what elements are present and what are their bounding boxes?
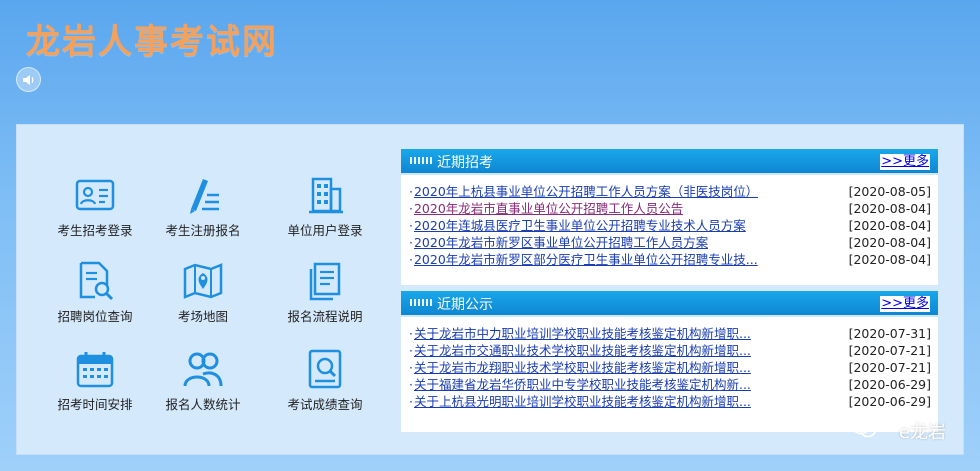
main-panel: 考生招考登录 考生注册报名 单位用户登录 招聘岗位查询 考场地图 报名流程说明 …: [16, 124, 964, 455]
recent-notices-header: 近期公示 >>更多: [401, 291, 938, 317]
quick-link-candidate-register[interactable]: 考生注册报名: [143, 173, 263, 253]
news-date: [2020-07-31]: [848, 326, 931, 341]
news-link[interactable]: 2020年上杭县事业单位公开招聘工作人员方案（非医技岗位）: [414, 183, 758, 200]
quick-link-exam-map[interactable]: 考场地图: [143, 259, 263, 339]
quick-link-score-query[interactable]: 考试成绩查询: [265, 347, 385, 427]
site-title: 龙岩人事考试网: [26, 22, 278, 62]
document-search-icon: [79, 261, 114, 301]
list-item: ·2020年上杭县事业单位公开招聘工作人员方案（非医技岗位） [2020-08-0…: [409, 183, 931, 200]
quick-link-label: 考场地图: [177, 309, 228, 324]
quick-link-exam-schedule[interactable]: 招考时间安排: [35, 347, 155, 427]
recent-notices-box: 近期公示 >>更多 ·关于龙岩市中力职业培训学校职业技能考核鉴定机构新增职...…: [401, 291, 938, 432]
list-item: ·关于上杭县光明职业培训学校职业技能考核鉴定机构新增职... [2020-06-2…: [409, 393, 931, 410]
news-link[interactable]: 2020年龙岩市新罗区部分医疗卫生事业单位公开招聘专业技...: [414, 251, 758, 268]
documents-icon: [309, 262, 341, 301]
quick-link-label: 报名流程说明: [287, 309, 363, 324]
news-date: [2020-06-29]: [848, 394, 931, 409]
sound-toggle-button[interactable]: [16, 67, 41, 92]
quick-link-label: 报名人数统计: [165, 397, 241, 412]
more-link[interactable]: >>更多: [880, 296, 930, 312]
wechat-icon: [852, 419, 876, 438]
quick-link-candidate-login[interactable]: 考生招考登录: [35, 173, 155, 253]
recent-recruitment-list: ·2020年上杭县事业单位公开招聘工作人员方案（非医技岗位） [2020-08-0…: [409, 183, 931, 268]
news-date: [2020-07-21]: [848, 343, 931, 358]
quick-link-unit-login[interactable]: 单位用户登录: [265, 173, 385, 253]
list-item: ·2020年龙岩市直事业单位公开招聘工作人员公告 [2020-08-04]: [409, 200, 931, 217]
list-item: ·关于龙岩市交通职业技术学校职业技能考核鉴定机构新增职... [2020-07-2…: [409, 342, 931, 359]
news-link[interactable]: 2020年龙岩市直事业单位公开招聘工作人员公告: [414, 200, 683, 217]
news-link[interactable]: 关于龙岩市中力职业培训学校职业技能考核鉴定机构新增职...: [414, 325, 751, 342]
news-link[interactable]: 2020年连城县医疗卫生事业单位公开招聘专业技术人员方案: [414, 217, 746, 234]
quick-link-label: 考生注册报名: [165, 223, 241, 238]
map-pin-icon: [183, 263, 223, 299]
users-icon: [183, 352, 223, 387]
quick-link-position-search[interactable]: 招聘岗位查询: [35, 259, 155, 339]
quick-link-applicant-stats[interactable]: 报名人数统计: [143, 347, 263, 427]
speaker-icon: [23, 75, 34, 85]
quick-link-label: 考试成绩查询: [287, 397, 363, 412]
quick-link-label: 招考时间安排: [57, 397, 133, 412]
certificate-search-icon: [308, 349, 342, 389]
news-date: [2020-07-21]: [848, 360, 931, 375]
list-item: ·2020年连城县医疗卫生事业单位公开招聘专业技术人员方案 [2020-08-04…: [409, 217, 931, 234]
news-date: [2020-08-04]: [848, 218, 931, 233]
list-item: ·关于福建省龙岩华侨职业中专学校职业技能考核鉴定机构新... [2020-06-2…: [409, 376, 931, 393]
id-card-icon: [75, 179, 115, 211]
quick-link-label: 单位用户登录: [287, 223, 363, 238]
section-title: 近期招考: [437, 155, 493, 171]
calendar-icon: [76, 352, 114, 388]
news-date: [2020-06-29]: [848, 377, 931, 392]
news-link[interactable]: 关于上杭县光明职业培训学校职业技能考核鉴定机构新增职...: [414, 393, 751, 410]
more-link[interactable]: >>更多: [880, 154, 930, 170]
news-link[interactable]: 关于福建省龙岩华侨职业中专学校职业技能考核鉴定机构新...: [414, 376, 751, 393]
list-item: ·2020年龙岩市新罗区部分医疗卫生事业单位公开招聘专业技... [2020-08…: [409, 251, 931, 268]
list-item: ·2020年龙岩市新罗区事业单位公开招聘工作人员方案 [2020-08-04]: [409, 234, 931, 251]
list-item: ·关于龙岩市龙翔职业技术学校职业技能考核鉴定机构新增职... [2020-07-2…: [409, 359, 931, 376]
news-date: [2020-08-04]: [848, 252, 931, 267]
list-item: ·关于龙岩市中力职业培训学校职业技能考核鉴定机构新增职... [2020-07-3…: [409, 325, 931, 342]
building-icon: [309, 177, 343, 214]
recent-recruitment-box: 近期招考 >>更多 ·2020年上杭县事业单位公开招聘工作人员方案（非医技岗位）…: [401, 149, 938, 285]
pen-list-icon: [190, 179, 219, 214]
grip-icon: [410, 157, 432, 164]
news-date: [2020-08-04]: [848, 201, 931, 216]
recent-recruitment-header: 近期招考 >>更多: [401, 149, 938, 175]
news-link[interactable]: 2020年龙岩市新罗区事业单位公开招聘工作人员方案: [414, 234, 708, 251]
watermark-text: e龙岩: [898, 422, 946, 443]
news-link[interactable]: 关于龙岩市龙翔职业技术学校职业技能考核鉴定机构新增职...: [414, 359, 751, 376]
recent-notices-list: ·关于龙岩市中力职业培训学校职业技能考核鉴定机构新增职... [2020-07-3…: [409, 325, 931, 410]
quick-link-process-guide[interactable]: 报名流程说明: [265, 259, 385, 339]
quick-link-label: 考生招考登录: [57, 223, 133, 238]
quick-link-label: 招聘岗位查询: [57, 309, 133, 324]
section-title: 近期公示: [437, 297, 493, 313]
news-date: [2020-08-04]: [848, 235, 931, 250]
news-link[interactable]: 关于龙岩市交通职业技术学校职业技能考核鉴定机构新增职...: [414, 342, 751, 359]
grip-icon: [410, 299, 432, 306]
quick-links-grid: 考生招考登录 考生注册报名 单位用户登录 招聘岗位查询 考场地图 报名流程说明 …: [17, 125, 397, 455]
news-date: [2020-08-05]: [848, 184, 931, 199]
